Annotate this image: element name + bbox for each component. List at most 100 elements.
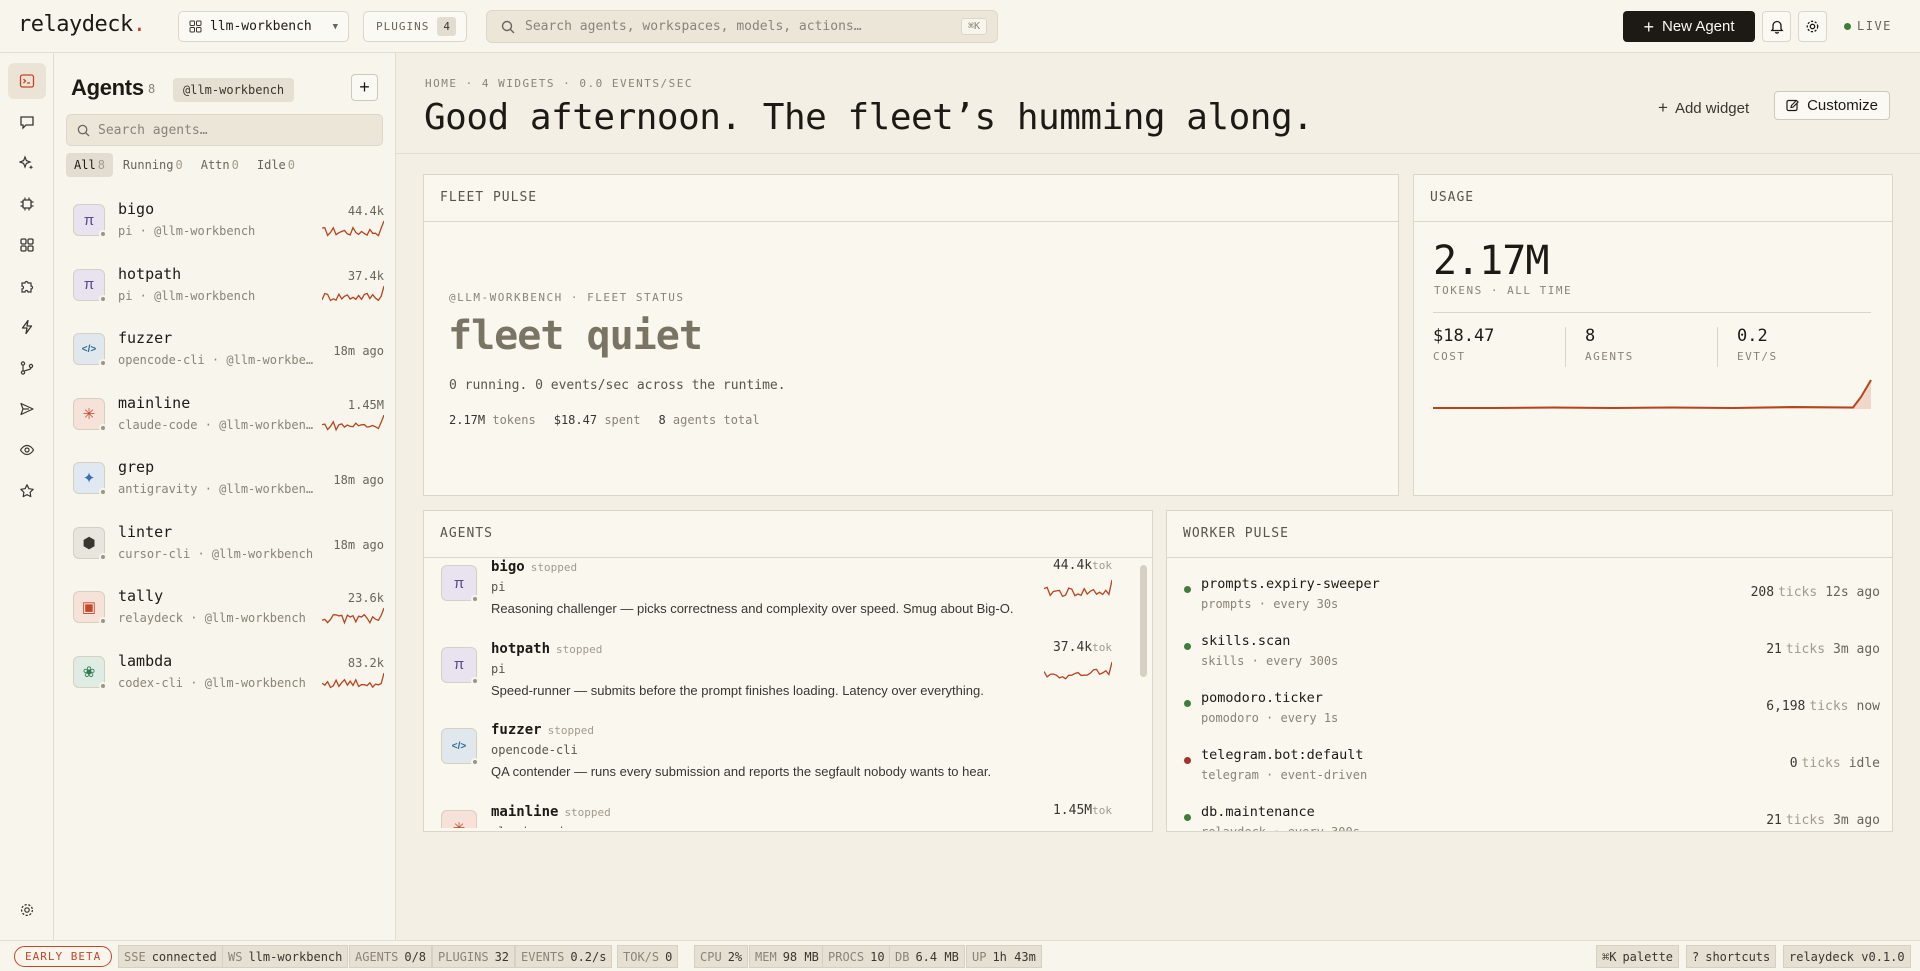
- filter-running[interactable]: Running 0: [115, 153, 191, 177]
- customize-button[interactable]: Customize: [1774, 91, 1890, 120]
- widget-title: USAGE: [1414, 175, 1892, 222]
- filter-idle[interactable]: Idle 0: [249, 153, 303, 177]
- ticks-label: ticks: [1778, 585, 1818, 600]
- nav-settings[interactable]: [8, 892, 46, 928]
- worker-name: telegram.bot:default: [1201, 747, 1364, 763]
- agent-runtime: antigravity · @llm-workbench: [118, 482, 318, 496]
- live-label: LIVE: [1857, 19, 1892, 33]
- sparkline: [322, 672, 384, 688]
- worker-ticks: 6,198: [1766, 699, 1806, 714]
- agent-row-linter[interactable]: ⬢ linter cursor-cli · @llm-workbench 18m ag…: [62, 514, 388, 578]
- filter-count: 0: [231, 158, 239, 172]
- notifications-button[interactable]: [1762, 11, 1791, 42]
- agent-search-input[interactable]: Search agents…: [66, 114, 383, 146]
- nav-favorites[interactable]: [8, 473, 46, 509]
- worker-row[interactable]: prompts.expiry-sweeper prompts · every 30…: [1167, 568, 1892, 625]
- agent-row-grep[interactable]: ✦ grep antigravity · @llm-workbench 18m ago: [62, 449, 388, 513]
- agent-row-fuzzer[interactable]: </> fuzzer opencode-cli · @llm-workbench 18…: [62, 320, 388, 384]
- worker-last-run: idle: [1848, 756, 1880, 771]
- app-logo[interactable]: relaydeck.: [18, 12, 146, 37]
- add-agent-button[interactable]: +: [351, 74, 378, 101]
- filter-attn[interactable]: Attn 0: [193, 153, 247, 177]
- nav-models[interactable]: [8, 186, 46, 222]
- nav-workflows[interactable]: [8, 350, 46, 386]
- chip-key: ⌘K: [1602, 949, 1617, 964]
- add-widget-button[interactable]: + Add widget: [1658, 94, 1749, 122]
- worker-row[interactable]: pomodoro.ticker pomodoro · every 1s 6,198 t…: [1167, 682, 1892, 739]
- sparkline: [1044, 579, 1112, 598]
- chip-value: 10: [870, 949, 885, 964]
- chip-value: 2%: [727, 949, 743, 964]
- bolt-icon: [21, 319, 33, 335]
- filter-label: Running: [122, 158, 174, 172]
- token-unit: tok: [1092, 803, 1112, 817]
- global-search[interactable]: Search agents, workspaces, models, actio…: [486, 10, 998, 43]
- chip-value: 0/8: [404, 949, 427, 964]
- agent-card-hotpath[interactable]: π hotpath stopped pi Speed-runner — submits …: [424, 637, 1139, 719]
- sparkline: [322, 220, 384, 237]
- settings-button[interactable]: [1798, 11, 1827, 42]
- agent-row-tally[interactable]: ▣ tally relaydeck · @llm-workbench 23.6k: [62, 578, 388, 642]
- nav-observe[interactable]: [8, 432, 46, 468]
- divider: [1565, 327, 1566, 367]
- agent-row-bigo[interactable]: π bigo pi · @llm-workbench 44.4k: [62, 191, 388, 255]
- star-icon: [20, 484, 34, 498]
- worker-schedule: telegram · event-driven: [1201, 768, 1368, 782]
- nav-skills[interactable]: [8, 145, 46, 181]
- plugins-label: PLUGINS: [376, 20, 430, 33]
- filter-all[interactable]: All 8: [66, 153, 113, 177]
- token-count: 37.4k: [1052, 639, 1093, 655]
- divider: [1433, 312, 1871, 313]
- git-branch-icon: [20, 361, 34, 375]
- sparkline: [322, 414, 384, 431]
- nav-workspaces[interactable]: [8, 227, 46, 263]
- usage-sparkline: [1433, 379, 1872, 410]
- ticks-label: ticks: [1785, 642, 1826, 657]
- divider: [1717, 327, 1718, 367]
- scrollbar[interactable]: [1140, 565, 1147, 677]
- agent-row-hotpath[interactable]: π hotpath pi · @llm-workbench 37.4k: [62, 256, 388, 320]
- agent-card-bigo[interactable]: π bigo stopped pi Reasoning challenger — pic…: [424, 558, 1139, 637]
- worker-row[interactable]: telegram.bot:default telegram · event-dri…: [1167, 739, 1892, 796]
- new-agent-button[interactable]: + New Agent: [1623, 11, 1755, 42]
- nav-plugins[interactable]: [8, 268, 46, 304]
- shortcuts-help[interactable]: ? shortcuts: [1686, 945, 1777, 968]
- chip-value: palette: [1622, 949, 1674, 964]
- cpu-icon: [20, 197, 34, 211]
- agents-sidebar: Agents 8 @llm-workbench + Search agents……: [54, 53, 396, 940]
- agent-runtime: opencode-cli: [491, 743, 578, 757]
- agent-card-mainline[interactable]: ✳ mainline stopped claude-code 1.45Mtok: [424, 800, 1139, 828]
- palette-shortcut[interactable]: ⌘K palette: [1596, 945, 1680, 968]
- agent-card-fuzzer[interactable]: </> fuzzer stopped opencode-cli QA contender…: [424, 718, 1139, 800]
- filter-count: 0: [175, 158, 183, 172]
- fleet-stats: 2.17M tokens $18.47 spent 8 agents total: [449, 413, 760, 427]
- agent-glyph: </>: [451, 740, 467, 752]
- agent-row-lambda[interactable]: ❀ lambda codex-cli · @llm-workbench 83.2k: [62, 643, 388, 707]
- widget-title: AGENTS: [424, 511, 1152, 558]
- workspace-tag[interactable]: @llm-workbench: [173, 78, 295, 102]
- pi-icon: π: [441, 565, 479, 603]
- page-title: Good afternoon. The fleet’s humming alon…: [424, 97, 1314, 138]
- chip-value: connected: [151, 949, 217, 964]
- agent-name: mainline stopped: [491, 804, 611, 820]
- nav-messaging[interactable]: [8, 391, 46, 427]
- status-dot: [99, 294, 107, 303]
- nav-events[interactable]: [8, 309, 46, 345]
- agent-runtime: opencode-cli · @llm-workbench: [118, 353, 318, 367]
- worker-row[interactable]: db.maintenance relaydeck · every 300s 21 ti…: [1167, 796, 1892, 831]
- worker-row[interactable]: skills.scan skills · every 300s 21 ticks 3m …: [1167, 625, 1892, 682]
- status-dot: [99, 617, 107, 625]
- status-dot: [99, 423, 107, 432]
- agent-meta: 37.4k: [347, 268, 384, 283]
- agent-row-mainline[interactable]: ✳ mainline claude-code · @llm-workbench 1.4…: [62, 385, 388, 449]
- nav-chat[interactable]: [8, 104, 46, 140]
- plugins-button[interactable]: PLUGINS 4: [363, 11, 467, 42]
- live-dot: [1844, 22, 1851, 30]
- worker-status-dot: [1184, 814, 1191, 821]
- nav-agents[interactable]: [8, 63, 46, 99]
- workspace-select[interactable]: llm-workbench ▼: [178, 11, 349, 42]
- agents-widget: AGENTS π bigo stopped pi Reasoning challenge…: [423, 510, 1153, 832]
- agent-name: tally: [118, 587, 164, 605]
- bell-icon: [1769, 20, 1784, 34]
- workspace-name: llm-workbench: [210, 19, 312, 34]
